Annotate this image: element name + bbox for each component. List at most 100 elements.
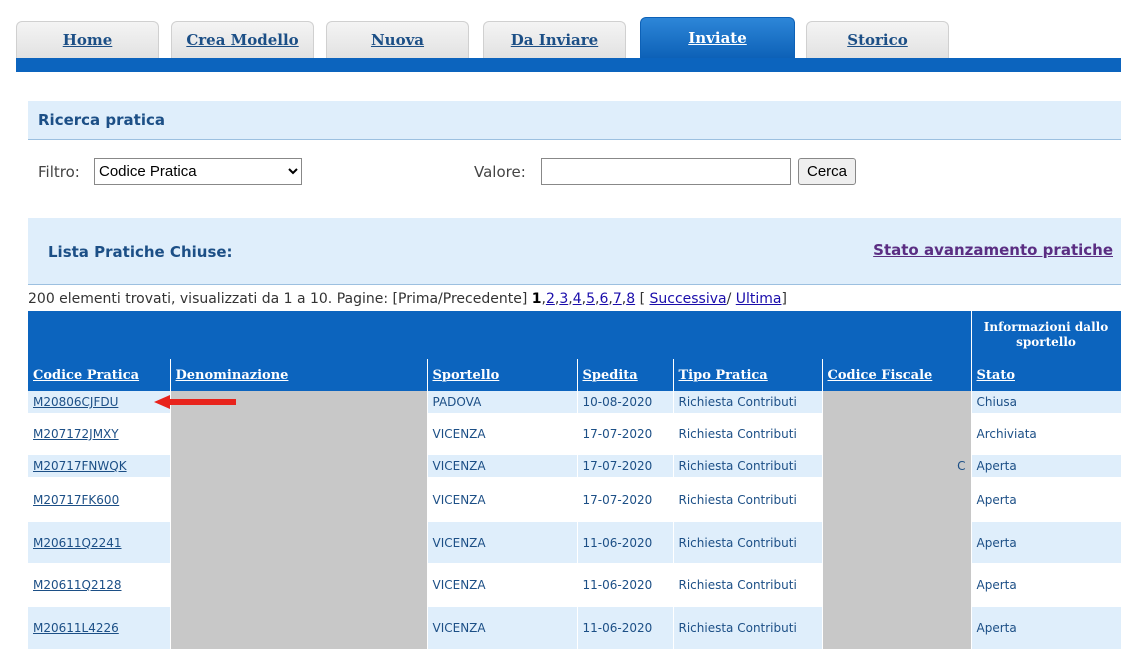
spedita-cell: 17-07-2020 [577, 413, 674, 455]
codice-pratica-link[interactable]: M20611L4226 [33, 621, 119, 635]
results-table: Informazioni dallo sportello Codice Prat… [28, 311, 1121, 649]
filter-select[interactable]: Codice Pratica [94, 158, 302, 185]
tab-nuova[interactable]: Nuova [326, 21, 469, 58]
current-page: 1 [531, 291, 542, 307]
last-page-link[interactable]: Ultima [736, 291, 782, 307]
value-input[interactable] [541, 158, 791, 185]
sportello-cell: VICENZA [427, 522, 578, 563]
stato-cell: Aperta [971, 563, 1121, 607]
codice-pratica-cell: M20611Q2128 [28, 563, 171, 607]
tab-da-inviare[interactable]: Da Inviare [483, 21, 626, 58]
tipo-pratica-cell: Richiesta Contributi [673, 563, 823, 607]
sort-tipo-pratica-link[interactable]: Tipo Pratica [679, 368, 768, 383]
col-header-codice-fiscale[interactable]: Codice Fiscale [822, 359, 972, 391]
pager-separator: / [726, 291, 732, 307]
filter-label: Filtro: [38, 163, 80, 181]
col-header-tipo-pratica[interactable]: Tipo Pratica [673, 359, 823, 391]
page-link-5[interactable]: 5 [586, 291, 595, 307]
search-section-title: Ricerca pratica [38, 111, 165, 129]
table-row: M20717FNWQK VICENZA 17-07-2020 Richiesta… [28, 455, 1121, 477]
page-link-3[interactable]: 3 [559, 291, 568, 307]
stato-cell: Archiviata [971, 413, 1121, 455]
codice-fiscale-redacted [822, 477, 972, 522]
stato-cell: Aperta [971, 455, 1121, 477]
spedita-cell: 17-07-2020 [577, 455, 674, 477]
tab-inviate-link[interactable]: Inviate [688, 29, 747, 47]
denominazione-redacted [170, 607, 428, 649]
codice-pratica-link[interactable]: M207172JMXY [33, 427, 119, 441]
tab-home[interactable]: Home [16, 21, 159, 58]
codice-pratica-cell: M20611Q2241 [28, 522, 171, 563]
sportello-cell: VICENZA [427, 477, 578, 522]
tipo-pratica-cell: Richiesta Contributi [673, 522, 823, 563]
page-link-4[interactable]: 4 [573, 291, 582, 307]
tab-inviate[interactable]: Inviate [640, 17, 795, 58]
tab-storico-link[interactable]: Storico [847, 31, 908, 49]
table-header-row: Codice Pratica Denominazione Sportello S… [28, 359, 1121, 391]
status-progress-link[interactable]: Stato avanzamento pratiche [873, 241, 1113, 259]
sort-stato-link[interactable]: Stato [977, 368, 1016, 383]
pager-close-bracket: ] [781, 291, 787, 307]
group-header-blank [28, 311, 972, 359]
col-header-spedita[interactable]: Spedita [577, 359, 674, 391]
page-link-2[interactable]: 2 [546, 291, 555, 307]
table-row: M207172JMXY VICENZA 17-07-2020 Richiesta… [28, 413, 1121, 455]
page-link-8[interactable]: 8 [626, 291, 635, 307]
table-row: M20717FK600 VICENZA 17-07-2020 Richiesta… [28, 477, 1121, 522]
sort-denominazione-link[interactable]: Denominazione [176, 368, 289, 383]
tab-nuova-link[interactable]: Nuova [371, 31, 424, 49]
codice-pratica-link[interactable]: M20611Q2241 [33, 536, 122, 550]
search-section-header: Ricerca pratica [28, 101, 1121, 140]
tab-storico[interactable]: Storico [806, 21, 949, 58]
codice-pratica-cell: M20717FK600 [28, 477, 171, 522]
page-link-6[interactable]: 6 [599, 291, 608, 307]
tab-crea-modello[interactable]: Crea Modello [171, 21, 314, 58]
next-page-link[interactable]: Successiva [649, 291, 726, 307]
tab-da-inviare-link[interactable]: Da Inviare [511, 31, 598, 49]
col-header-codice-pratica[interactable]: Codice Pratica [28, 359, 171, 391]
codice-fiscale-redacted: C [822, 455, 972, 477]
codice-pratica-link[interactable]: M20717FNWQK [33, 459, 127, 473]
search-button[interactable]: Cerca [798, 158, 857, 185]
spedita-cell: 17-07-2020 [577, 477, 674, 522]
codice-pratica-link[interactable]: M20806CJFDU [33, 395, 118, 409]
table-row: M20611Q2128 VICENZA 11-06-2020 Richiesta… [28, 563, 1121, 607]
sort-codice-fiscale-link[interactable]: Codice Fiscale [828, 368, 933, 383]
tipo-pratica-cell: Richiesta Contributi [673, 391, 823, 413]
denominazione-redacted [170, 563, 428, 607]
list-title: Lista Pratiche Chiuse: [48, 243, 233, 261]
pager-open-bracket: [ [639, 291, 646, 307]
col-header-denominazione[interactable]: Denominazione [170, 359, 428, 391]
tab-home-link[interactable]: Home [63, 31, 113, 49]
sort-spedita-link[interactable]: Spedita [583, 368, 638, 383]
value-label: Valore: [474, 163, 526, 181]
sportello-cell: VICENZA [427, 607, 578, 649]
spedita-cell: 11-06-2020 [577, 563, 674, 607]
main-tabs: Home Crea Modello Nuova Da Inviare Invia… [16, 17, 1121, 58]
codice-pratica-cell: M20806CJFDU [28, 391, 171, 413]
sort-sportello-link[interactable]: Sportello [433, 368, 500, 383]
codice-fiscale-redacted [822, 413, 972, 455]
tipo-pratica-cell: Richiesta Contributi [673, 455, 823, 477]
page-link-7[interactable]: 7 [613, 291, 622, 307]
tipo-pratica-cell: Richiesta Contributi [673, 607, 823, 649]
denominazione-redacted [170, 477, 428, 522]
spedita-cell: 11-06-2020 [577, 522, 674, 563]
codice-pratica-link[interactable]: M20717FK600 [33, 493, 119, 507]
col-header-stato[interactable]: Stato [971, 359, 1121, 391]
sportello-cell: VICENZA [427, 413, 578, 455]
sportello-cell: VICENZA [427, 455, 578, 477]
codice-pratica-cell: M20611L4226 [28, 607, 171, 649]
stato-cell: Chiusa [971, 391, 1121, 413]
table-group-header-row: Informazioni dallo sportello [28, 311, 1121, 359]
tab-crea-modello-link[interactable]: Crea Modello [186, 31, 298, 49]
pagination: 200 elementi trovati, visualizzati da 1 … [28, 291, 787, 307]
codice-pratica-cell: M20717FNWQK [28, 455, 171, 477]
col-header-sportello[interactable]: Sportello [427, 359, 578, 391]
sort-codice-pratica-link[interactable]: Codice Pratica [33, 368, 139, 383]
codice-pratica-cell: M207172JMXY [28, 413, 171, 455]
codice-fiscale-redacted [822, 563, 972, 607]
stato-cell: Aperta [971, 607, 1121, 649]
codice-fiscale-redacted [822, 391, 972, 413]
codice-pratica-link[interactable]: M20611Q2128 [33, 578, 122, 592]
